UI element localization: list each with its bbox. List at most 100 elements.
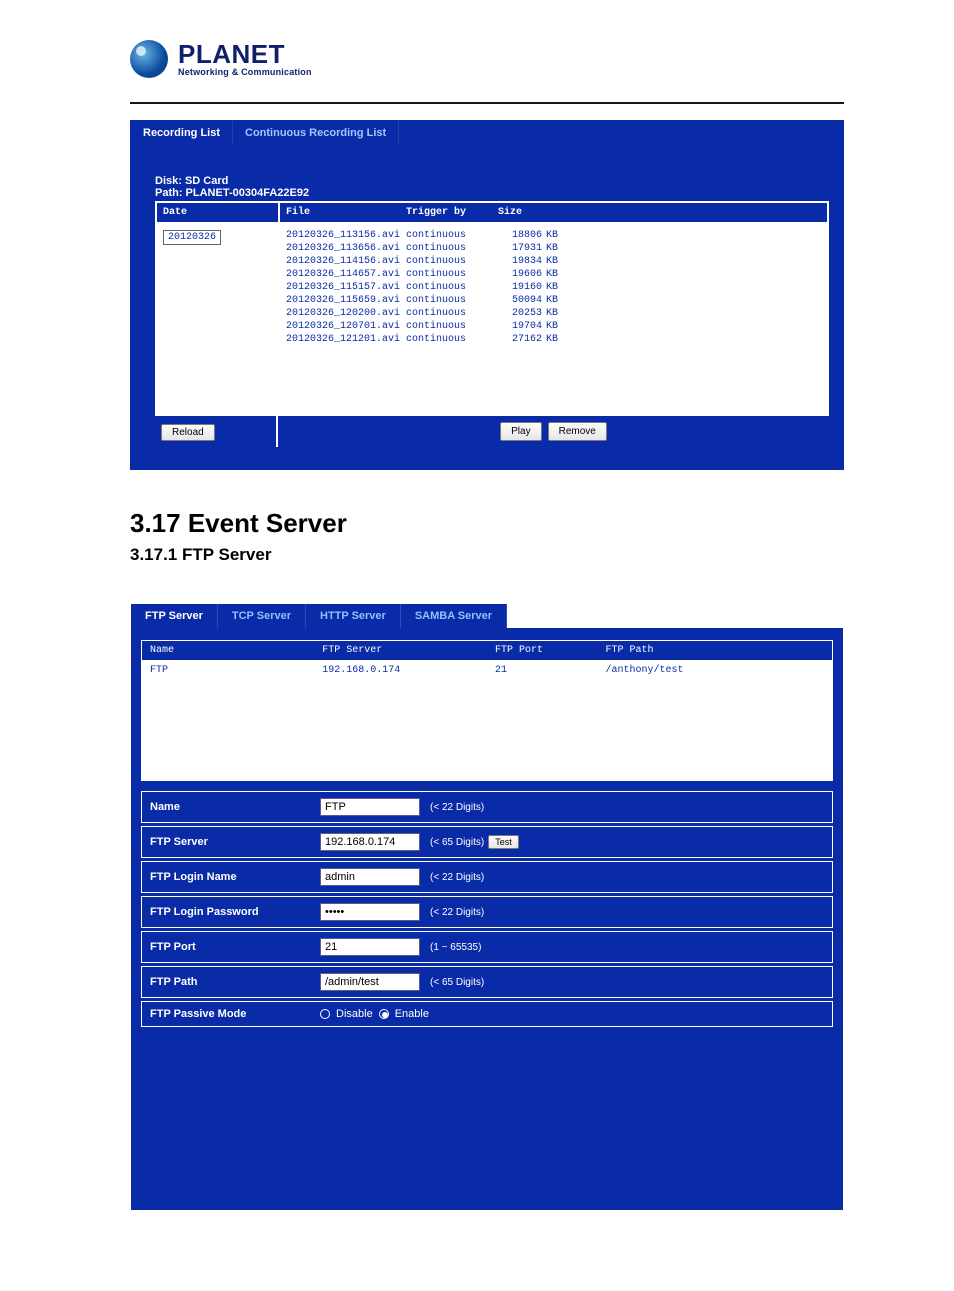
column-header-file: File [286, 207, 406, 218]
ftp-login-name-field[interactable] [320, 868, 420, 886]
label-ftp-path: FTP Path [150, 976, 320, 988]
tab-http-server[interactable]: HTTP Server [306, 604, 401, 628]
ftp-path-field[interactable] [320, 973, 420, 991]
file-size: 17931 [498, 243, 546, 254]
file-unit: KB [546, 308, 568, 319]
file-trigger: continuous [406, 256, 498, 267]
label-ftp-port: FTP Port [150, 941, 320, 953]
col-port: FTP Port [487, 641, 598, 661]
file-trigger: continuous [406, 230, 498, 241]
file-size: 19160 [498, 282, 546, 293]
label-passive-mode: FTP Passive Mode [150, 1008, 320, 1020]
tab-tcp-server[interactable]: TCP Server [218, 604, 306, 628]
file-size: 19606 [498, 269, 546, 280]
logo-subtitle: Networking & Communication [178, 67, 312, 77]
file-size: 27162 [498, 334, 546, 345]
file-name: 20120326_114156.avi [286, 256, 406, 267]
cell-path: /anthony/test [598, 661, 833, 781]
file-unit: KB [546, 230, 568, 241]
col-path: FTP Path [598, 641, 833, 661]
column-header-size: Size [498, 207, 568, 218]
file-name: 20120326_114657.avi [286, 269, 406, 280]
file-row[interactable]: 20120326_113156.avicontinuous18806KB [286, 230, 821, 241]
ftp-port-field[interactable] [320, 938, 420, 956]
radio-disable-label: Disable [336, 1008, 373, 1020]
file-unit: KB [546, 243, 568, 254]
radio-enable-label: Enable [395, 1008, 429, 1020]
recording-list-screenshot: Recording List Continuous Recording List… [130, 120, 844, 470]
column-header-date: Date [157, 203, 278, 224]
section-heading-event-server: 3.17 Event Server [130, 508, 844, 539]
file-row[interactable]: 20120326_121201.avicontinuous27162KB [286, 334, 821, 345]
tab-samba-server[interactable]: SAMBA Server [401, 604, 507, 628]
file-trigger: continuous [406, 321, 498, 332]
cell-name: FTP [142, 661, 315, 781]
file-unit: KB [546, 295, 568, 306]
file-unit: KB [546, 334, 568, 345]
file-trigger: continuous [406, 269, 498, 280]
column-header-trigger: Trigger by [406, 207, 498, 218]
hint-ftp-path: (< 65 Digits) [430, 977, 484, 988]
file-trigger: continuous [406, 243, 498, 254]
hint-login-password: (< 22 Digits) [430, 907, 484, 918]
col-name: Name [142, 641, 315, 661]
file-unit: KB [546, 321, 568, 332]
file-trigger: continuous [406, 295, 498, 306]
logo: PLANET Networking & Communication [130, 40, 844, 78]
server-list-table: Name FTP Server FTP Port FTP Path FTP 19… [141, 640, 833, 781]
file-name: 20120326_113656.avi [286, 243, 406, 254]
hint-name: (< 22 Digits) [430, 802, 484, 813]
file-size: 20253 [498, 308, 546, 319]
file-trigger: continuous [406, 334, 498, 345]
file-size: 19704 [498, 321, 546, 332]
reload-button[interactable]: Reload [161, 424, 215, 441]
ftp-login-password-field[interactable] [320, 903, 420, 921]
date-item[interactable]: 20120326 [163, 230, 221, 245]
tab-recording-list[interactable]: Recording List [131, 121, 233, 145]
ftp-server-field[interactable] [320, 833, 420, 851]
tab-continuous-recording-list[interactable]: Continuous Recording List [233, 121, 399, 145]
col-server: FTP Server [314, 641, 487, 661]
logo-text: PLANET [178, 41, 312, 67]
file-size: 50094 [498, 295, 546, 306]
hint-ftp-port: (1 ~ 65535) [430, 942, 481, 953]
file-row[interactable]: 20120326_120701.avicontinuous19704KB [286, 321, 821, 332]
radio-disable[interactable] [320, 1009, 330, 1019]
path-label: Path: PLANET-00304FA22E92 [155, 187, 829, 199]
file-row[interactable]: 20120326_120200.avicontinuous20253KB [286, 308, 821, 319]
file-name: 20120326_115157.avi [286, 282, 406, 293]
label-ftp-server: FTP Server [150, 836, 320, 848]
test-button[interactable]: Test [488, 835, 519, 849]
label-login-name: FTP Login Name [150, 871, 320, 883]
logo-mark-icon [130, 40, 168, 78]
file-trigger: continuous [406, 282, 498, 293]
cell-server: 192.168.0.174 [314, 661, 487, 781]
file-row[interactable]: 20120326_113656.avicontinuous17931KB [286, 243, 821, 254]
file-row[interactable]: 20120326_115659.avicontinuous50094KB [286, 295, 821, 306]
tab-ftp-server[interactable]: FTP Server [131, 604, 218, 628]
file-name: 20120326_113156.avi [286, 230, 406, 241]
section-heading-ftp-server: 3.17.1 FTP Server [130, 545, 844, 565]
file-trigger: continuous [406, 308, 498, 319]
file-name: 20120326_120701.avi [286, 321, 406, 332]
header-divider [130, 102, 844, 104]
hint-login-name: (< 22 Digits) [430, 872, 484, 883]
file-unit: KB [546, 256, 568, 267]
disk-label: Disk: SD Card [155, 175, 829, 187]
play-button[interactable]: Play [500, 422, 541, 441]
file-size: 19834 [498, 256, 546, 267]
file-unit: KB [546, 269, 568, 280]
file-name: 20120326_121201.avi [286, 334, 406, 345]
name-field[interactable] [320, 798, 420, 816]
remove-button[interactable]: Remove [548, 422, 607, 441]
file-name: 20120326_120200.avi [286, 308, 406, 319]
file-row[interactable]: 20120326_115157.avicontinuous19160KB [286, 282, 821, 293]
label-name: Name [150, 801, 320, 813]
file-row[interactable]: 20120326_114657.avicontinuous19606KB [286, 269, 821, 280]
radio-enable[interactable] [379, 1009, 389, 1019]
file-name: 20120326_115659.avi [286, 295, 406, 306]
hint-ftp-server: (< 65 Digits) [430, 837, 484, 848]
table-row[interactable]: FTP 192.168.0.174 21 /anthony/test [142, 661, 833, 781]
ftp-server-screenshot: FTP Server TCP Server HTTP Server SAMBA … [130, 603, 844, 1211]
file-row[interactable]: 20120326_114156.avicontinuous19834KB [286, 256, 821, 267]
